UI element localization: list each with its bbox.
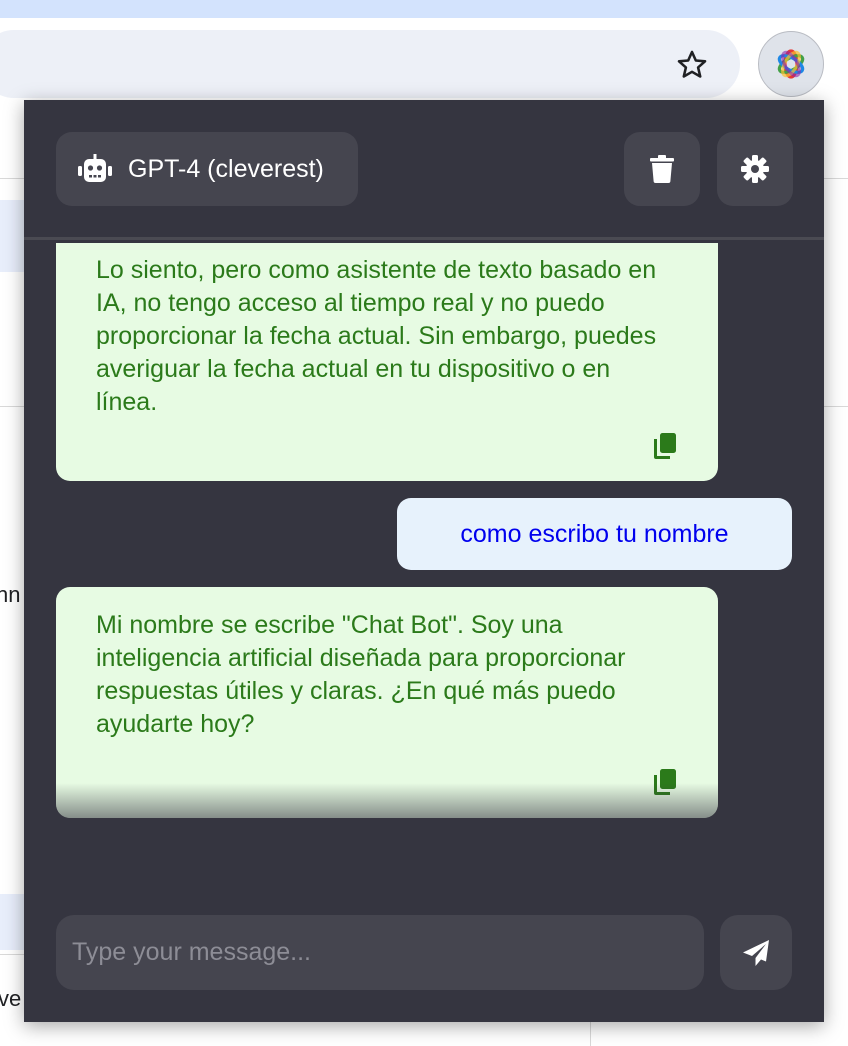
- chatgpt-extension-button[interactable]: [758, 31, 824, 97]
- assistant-message: Mi nombre se escribe "Chat Bot". Soy una…: [56, 587, 718, 818]
- copy-icon: [654, 433, 676, 459]
- settings-button[interactable]: [717, 132, 793, 206]
- copy-icon: [654, 769, 676, 795]
- page-text-fragment: ve: [0, 986, 22, 1011]
- trash-icon: [650, 155, 674, 183]
- send-button[interactable]: [720, 915, 792, 990]
- assistant-message-text: Mi nombre se escribe "Chat Bot". Soy una…: [96, 611, 626, 738]
- openai-logo-icon: [777, 49, 805, 79]
- message-list[interactable]: Lo siento, pero como asistente de texto …: [24, 243, 824, 903]
- robot-icon: [78, 154, 112, 182]
- model-selector-button[interactable]: GPT-4 (cleverest): [56, 132, 358, 206]
- message-input[interactable]: [56, 915, 704, 990]
- assistant-message: Lo siento, pero como asistente de texto …: [56, 243, 718, 481]
- chat-popup: GPT-4 (cleverest) Lo siento, pero como a…: [24, 100, 824, 1022]
- star-icon: [677, 50, 707, 78]
- paper-plane-icon: [743, 939, 769, 966]
- copy-button[interactable]: [652, 768, 682, 800]
- browser-tab-strip: [0, 0, 848, 18]
- page-text-fragment: nn: [0, 582, 21, 607]
- browser-toolbar: [0, 18, 848, 98]
- user-message-text: como escribo tu nombre: [460, 519, 729, 548]
- popup-header: GPT-4 (cleverest): [24, 100, 824, 240]
- assistant-message-text: Lo siento, pero como asistente de texto …: [96, 256, 657, 416]
- bookmark-star-button[interactable]: [670, 45, 714, 85]
- model-label: GPT-4 (cleverest): [128, 154, 324, 183]
- address-bar[interactable]: [0, 30, 740, 98]
- user-message: como escribo tu nombre: [397, 498, 792, 570]
- divider: [590, 1022, 591, 1046]
- clear-chat-button[interactable]: [624, 132, 700, 206]
- copy-button[interactable]: [652, 432, 682, 464]
- gear-icon: [741, 155, 769, 183]
